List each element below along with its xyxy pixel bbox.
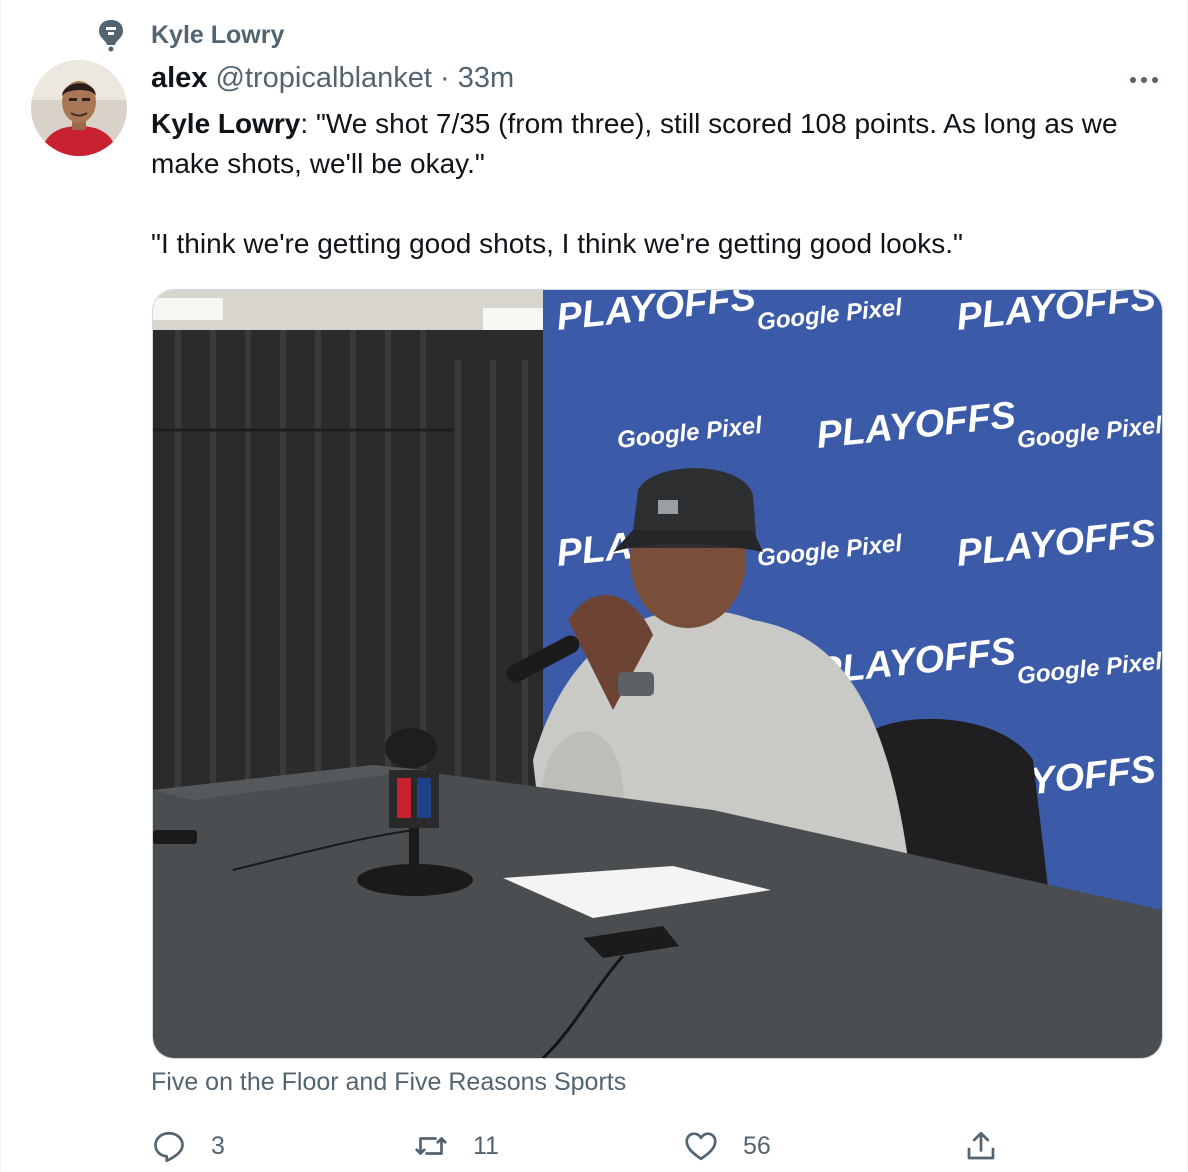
topic-pin-icon	[99, 20, 123, 52]
reply-count: 3	[211, 1131, 225, 1160]
share-button[interactable]	[963, 1124, 999, 1168]
retweet-button[interactable]: 11	[413, 1124, 499, 1168]
tweet-timestamp[interactable]: 33m	[458, 62, 514, 94]
tweet-text-lead: Kyle Lowry	[151, 108, 301, 139]
reply-icon	[154, 1131, 184, 1163]
retweet-count: 11	[473, 1131, 499, 1160]
tweet-text-quote-2: "I think we're getting good shots, I thi…	[151, 228, 963, 259]
like-count: 56	[743, 1131, 771, 1160]
share-icon	[967, 1131, 995, 1160]
author-handle[interactable]: @tropicalblanket	[216, 62, 432, 94]
tweet-text: Kyle Lowry: "We shot 7/35 (from three), …	[151, 104, 1161, 264]
separator-dot: ·	[440, 62, 450, 94]
media-caption: Five on the Floor and Five Reasons Sport…	[151, 1068, 627, 1096]
tweet-card[interactable]: Kyle Lowry alex @tropicalblanket · 33m K…	[0, 0, 1188, 1172]
tweet-photo[interactable]: PLAYOFFS Google Pixel PLAYOFFS Google Pixel…	[152, 289, 1163, 1059]
like-button[interactable]: 56	[683, 1124, 771, 1168]
author-name[interactable]: alex	[151, 62, 207, 94]
more-options-icon[interactable]	[1125, 66, 1165, 94]
social-context[interactable]: Kyle Lowry	[97, 18, 284, 52]
reply-button[interactable]: 3	[151, 1124, 225, 1168]
avatar[interactable]	[31, 60, 127, 156]
tweet-actions: 3 11 56	[151, 1124, 1011, 1168]
retweet-icon	[415, 1137, 447, 1155]
press-conference-photo: PLAYOFFSGoogle Pixel PLAYOFFSGoogle Pixel…	[153, 290, 1162, 1058]
heart-icon	[685, 1132, 717, 1161]
tweet-header: alex @tropicalblanket · 33m	[151, 62, 514, 95]
social-context-label[interactable]: Kyle Lowry	[151, 21, 284, 50]
